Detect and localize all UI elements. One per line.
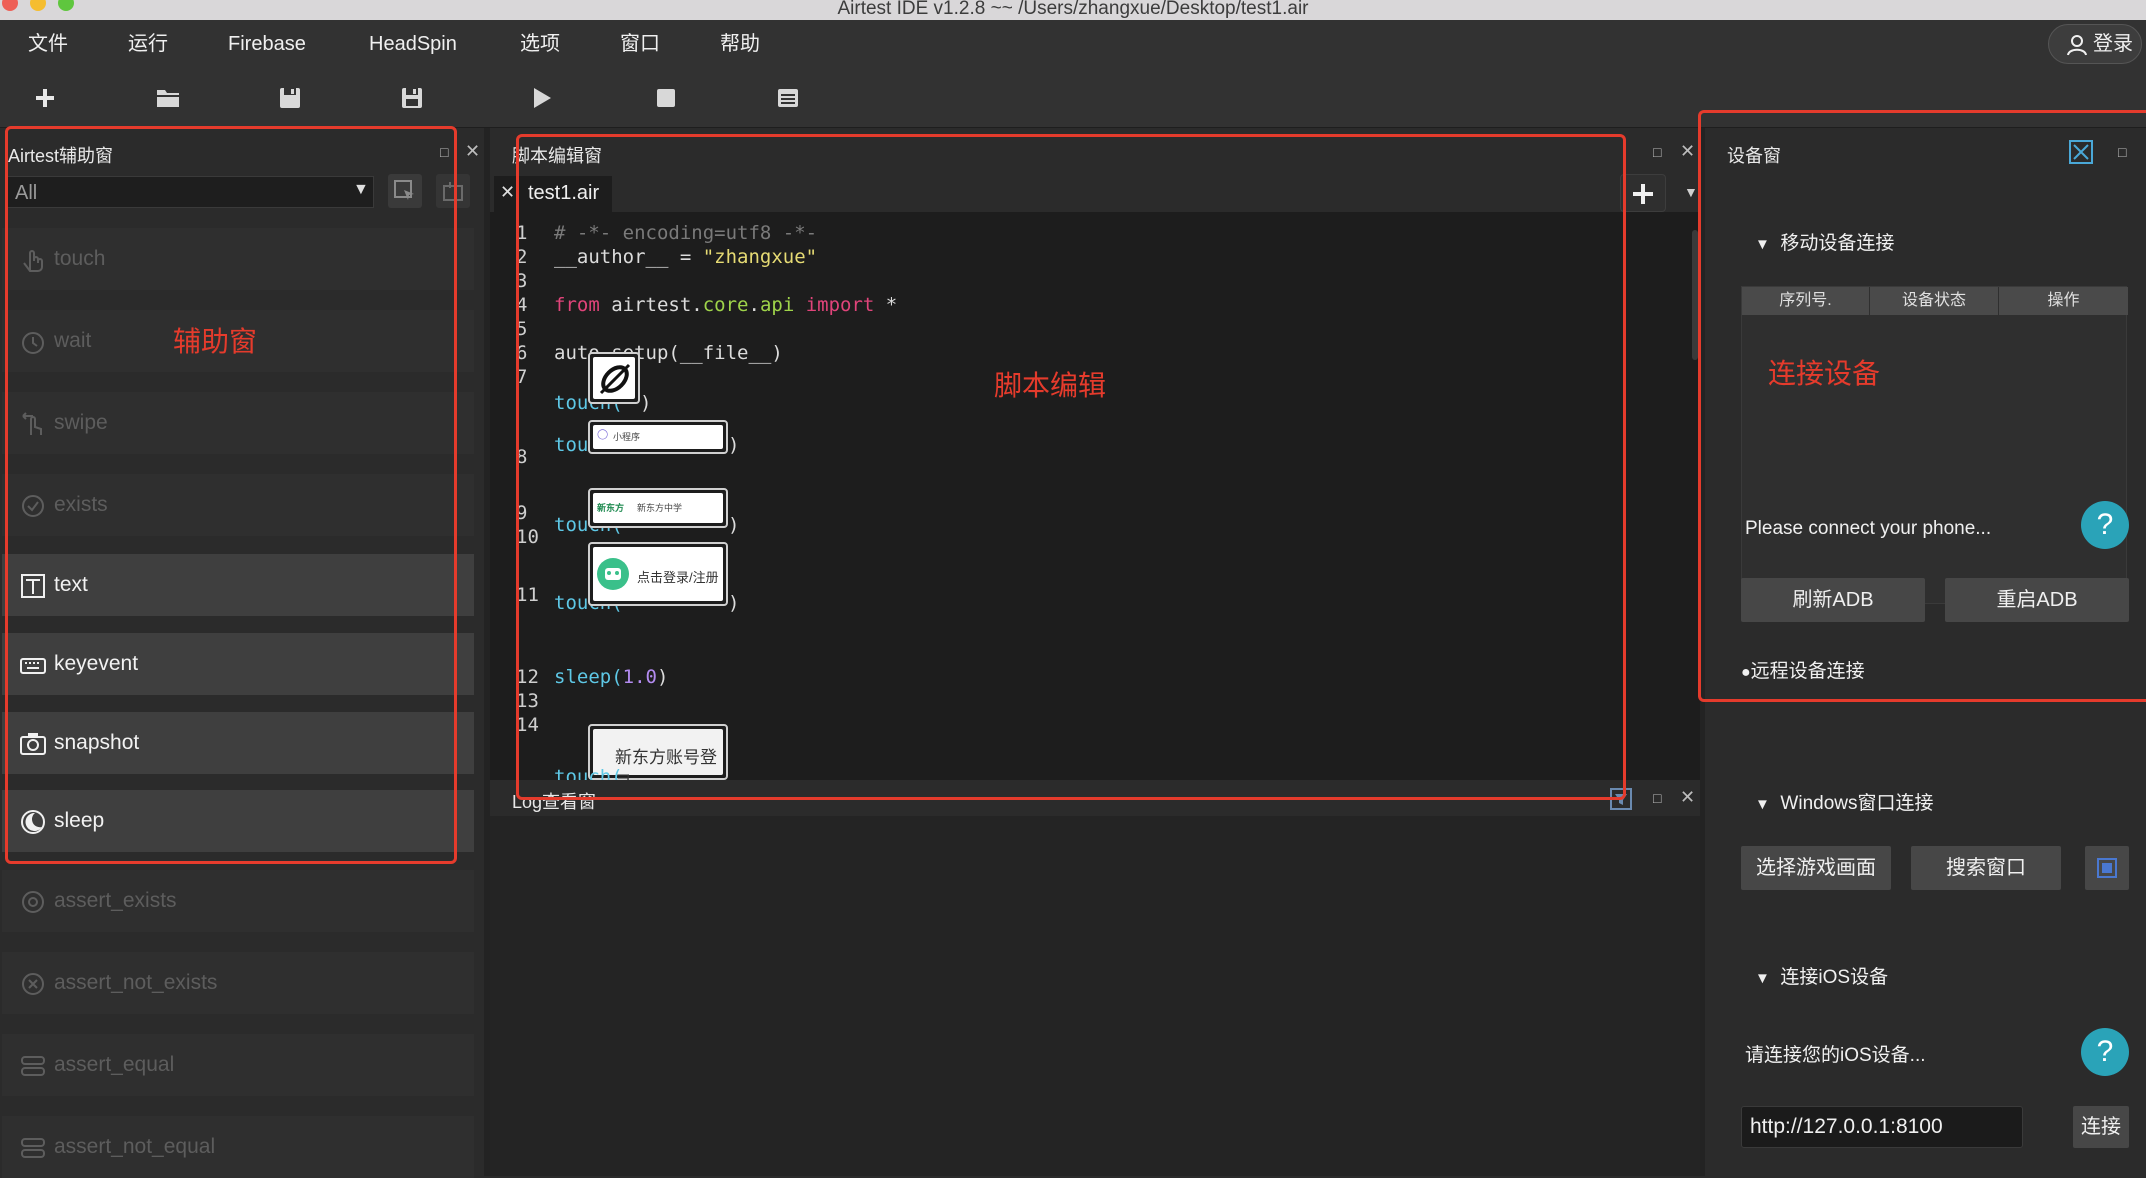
ios-url-input[interactable]: http://127.0.0.1:8100 xyxy=(1741,1106,2023,1148)
plus-icon xyxy=(1633,184,1653,204)
helper-item-assert-not-equal[interactable]: assert_not_equal xyxy=(2,1116,474,1178)
ios-connect-button[interactable]: 连接 xyxy=(2073,1106,2129,1148)
list-icon xyxy=(778,89,798,107)
windows-section-toggle[interactable]: ▼ Windows窗口连接 xyxy=(1755,788,1934,815)
helper-item-label: assert_not_equal xyxy=(54,1135,216,1158)
windows-section-title: Windows窗口连接 xyxy=(1780,793,1934,814)
annotation-box-device xyxy=(1698,110,2146,702)
annotation-label-device: 连接设备 xyxy=(1768,358,1881,389)
ios-section-title: 连接iOS设备 xyxy=(1780,967,1889,988)
helper-item-assert-not-exists[interactable]: assert_not_exists xyxy=(2,952,474,1014)
save-as-button[interactable] xyxy=(394,80,430,116)
new-script-button[interactable] xyxy=(27,80,63,116)
ios-section-toggle[interactable]: ▼ 连接iOS设备 xyxy=(1755,962,1888,989)
helper-item-label: assert_exists xyxy=(54,889,177,912)
menu-firebase[interactable]: Firebase xyxy=(228,20,306,68)
helper-item-label: assert_not_exists xyxy=(54,971,218,994)
menu-file[interactable]: 文件 xyxy=(28,20,68,68)
menu-window[interactable]: 窗口 xyxy=(620,20,660,68)
login-label: 登录 xyxy=(2093,33,2133,55)
target-icon xyxy=(22,891,44,913)
log-list-button[interactable] xyxy=(770,80,806,116)
annotation-box-helper xyxy=(5,126,457,864)
tab-menu-chevron-icon[interactable]: ▼ xyxy=(1684,184,1698,200)
save-icon xyxy=(280,88,300,108)
stop-icon xyxy=(657,89,675,107)
not-equal-icon xyxy=(21,1138,45,1158)
minimize-window-button[interactable] xyxy=(30,0,46,11)
add-tab-button[interactable] xyxy=(1620,174,1666,212)
float-panel-icon[interactable]: □ xyxy=(1653,144,1661,160)
helper-item-assert-equal[interactable]: assert_equal xyxy=(2,1034,474,1096)
close-window-button[interactable] xyxy=(2,0,18,11)
run-button[interactable] xyxy=(524,80,560,116)
menu-bar: 文件 运行 Firebase HeadSpin 选项 窗口 帮助 xyxy=(0,20,2146,68)
save-as-icon xyxy=(402,88,422,108)
search-window-button[interactable]: 搜索窗口 xyxy=(1911,846,2061,890)
close-tab-icon[interactable]: ✕ xyxy=(500,182,515,203)
save-button[interactable] xyxy=(272,80,308,116)
float-panel-icon[interactable]: □ xyxy=(1653,790,1661,806)
ios-url-value: http://127.0.0.1:8100 xyxy=(1750,1115,1943,1138)
equal-icon xyxy=(21,1056,45,1076)
open-folder-icon xyxy=(157,90,179,107)
select-game-screen-button[interactable]: 选择游戏画面 xyxy=(1741,846,1891,890)
helper-item-assert-exists[interactable]: assert_exists xyxy=(2,870,474,932)
annotation-label-editor: 脚本编辑 xyxy=(994,370,1107,401)
menu-help[interactable]: 帮助 xyxy=(720,20,760,68)
close-panel-icon[interactable]: ✕ xyxy=(465,141,480,162)
window-select-icon xyxy=(2097,858,2117,878)
annotation-box-editor xyxy=(516,134,1626,800)
triangle-down-icon: ▼ xyxy=(1755,970,1770,987)
ios-help-button[interactable]: ? xyxy=(2081,1028,2129,1076)
user-icon xyxy=(2067,35,2087,56)
play-icon xyxy=(534,88,551,108)
menu-run[interactable]: 运行 xyxy=(128,20,168,68)
close-panel-icon[interactable]: ✕ xyxy=(1680,141,1695,162)
new-icon xyxy=(36,89,54,107)
ios-hint: 请连接您的iOS设备... xyxy=(1745,1045,1926,1066)
annotation-label-helper: 辅助窗 xyxy=(173,326,258,357)
window-picker-button[interactable] xyxy=(2085,846,2129,890)
close-panel-icon[interactable]: ✕ xyxy=(1680,787,1695,808)
menu-options[interactable]: 选项 xyxy=(520,20,560,68)
stop-button[interactable] xyxy=(648,80,684,116)
triangle-down-icon: ▼ xyxy=(1755,796,1770,813)
question-icon: ? xyxy=(2096,1035,2114,1068)
x-circle-icon xyxy=(22,973,44,995)
zoom-window-button[interactable] xyxy=(58,0,74,11)
menu-headspin[interactable]: HeadSpin xyxy=(369,20,457,68)
log-panel: Log查看窗 □ ✕ xyxy=(490,780,1700,1176)
open-button[interactable] xyxy=(150,80,186,116)
window-title: Airtest IDE v1.2.8 ~~ /Users/zhangxue/De… xyxy=(837,0,1309,19)
login-button[interactable]: 登录 xyxy=(2048,24,2142,64)
title-bar: Airtest IDE v1.2.8 ~~ /Users/zhangxue/De… xyxy=(0,0,2146,20)
helper-item-label: assert_equal xyxy=(54,1053,175,1076)
